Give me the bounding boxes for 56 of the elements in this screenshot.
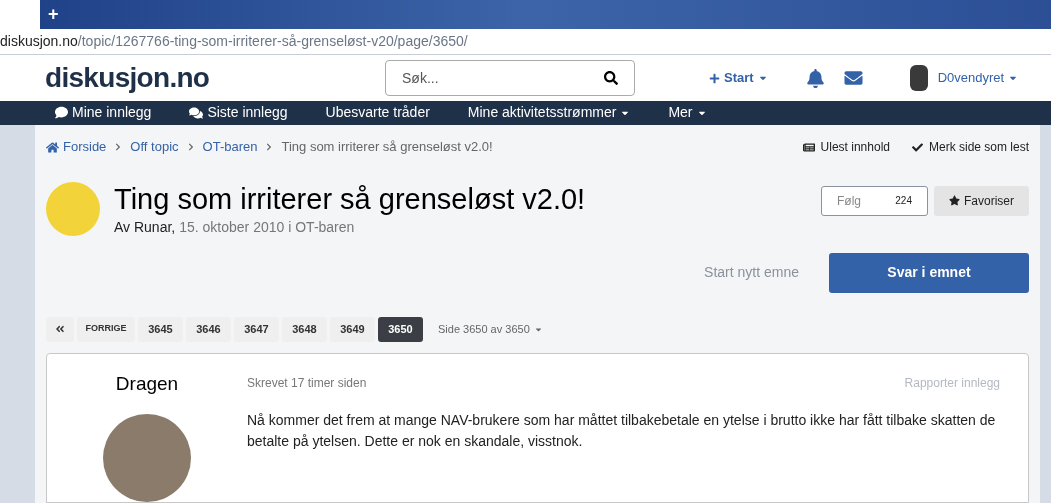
topic-starter-avatar[interactable] (46, 182, 100, 236)
url-domain: diskusjon.no (0, 32, 78, 52)
nav-item[interactable]: Mine aktivitetsstrømmer (467, 102, 631, 124)
star-icon (949, 195, 960, 206)
address-bar[interactable]: diskusjon.no/topic/1267766-ting-som-irriterer-så-grenseløst-v20/page/3650/ (0, 29, 1051, 56)
chevron-icon (114, 143, 123, 151)
follow-button[interactable]: Følg 224 (821, 185, 928, 216)
notifications-bell-icon[interactable] (805, 68, 825, 88)
search-icon (604, 71, 618, 86)
follow-count: 224 (895, 194, 912, 208)
nav-item[interactable]: Ubesvarte tråder (325, 102, 430, 124)
post-author-name[interactable]: Dragen (115, 369, 179, 398)
check-icon (911, 141, 923, 153)
favorite-button[interactable]: Favoriser (934, 185, 1029, 216)
speech-bubble-icon (55, 106, 68, 120)
chevron-icon (265, 143, 274, 151)
page-number-button[interactable]: 3649 (330, 316, 375, 342)
page-number-button[interactable]: 3647 (234, 316, 279, 342)
post-body-text: Nå kommer det frem at mange NAV-brukere som har måttet tilbakebetale en ytelse i brutto ikke har fått tilbake skatten de betalte på ytelsen. Dette er nok en skandale, visstnok. (247, 410, 997, 451)
topic-byline[interactable]: Av Runar, (114, 216, 176, 238)
page-jump-dropdown[interactable]: Side 3650 av 3650 (438, 320, 543, 338)
topic-title: Ting som irriterer så grenseløst v2.0! (114, 181, 586, 217)
follow-label: Følg (837, 192, 861, 210)
page-action-link[interactable]: Ulest innhold (802, 138, 890, 156)
chevron-icon (186, 143, 195, 151)
post-timestamp: Skrevet 17 timer siden (247, 374, 367, 392)
previous-page-button[interactable]: FORRIGE (77, 316, 135, 342)
breadcrumb-link[interactable]: OT-baren (202, 137, 258, 157)
user-menu-button[interactable]: D0vendyret (937, 68, 1019, 88)
nav-item[interactable]: Mer (668, 102, 707, 124)
start-menu-button[interactable]: Start (709, 68, 768, 88)
plus-icon (709, 72, 720, 84)
search-field[interactable]: Søk... (385, 60, 635, 97)
reply-button[interactable]: Svar i emnet (829, 252, 1029, 293)
nav-item[interactable]: Mine innlegg (55, 102, 152, 124)
newspaper-icon (802, 141, 815, 153)
breadcrumb-current: Ting som irriterer så grenseløst v2.0! (281, 138, 493, 157)
site-logo[interactable]: diskusjon.no (45, 57, 385, 100)
first-page-button[interactable] (46, 316, 74, 342)
topic-meta: 15. oktober 2010 i OT-baren (179, 217, 355, 237)
url-path: /topic/1267766-ting-som-irriterer-så-grenseløst-v20/page/3650/ (77, 32, 468, 52)
speech-bubbles-icon (189, 105, 204, 120)
user-avatar[interactable] (909, 65, 928, 92)
home-icon (46, 140, 59, 154)
page-action-link[interactable]: Merk side som lest (911, 138, 1029, 156)
breadcrumb-link[interactable]: Forside (46, 137, 107, 157)
page-number-button[interactable]: 3650 (378, 316, 423, 342)
breadcrumb-link[interactable]: Off topic (130, 137, 179, 157)
new-tab-button[interactable]: + (40, 1, 67, 28)
page-number-button[interactable]: 3648 (282, 316, 327, 342)
search-placeholder: Søk... (402, 68, 439, 88)
nav-item[interactable]: Siste innlegg (189, 102, 288, 124)
double-chevron-left-icon (55, 324, 65, 334)
page-number-button[interactable]: 3645 (138, 316, 183, 342)
page-number-button[interactable]: 3646 (186, 316, 231, 342)
messages-envelope-icon[interactable] (842, 69, 864, 88)
